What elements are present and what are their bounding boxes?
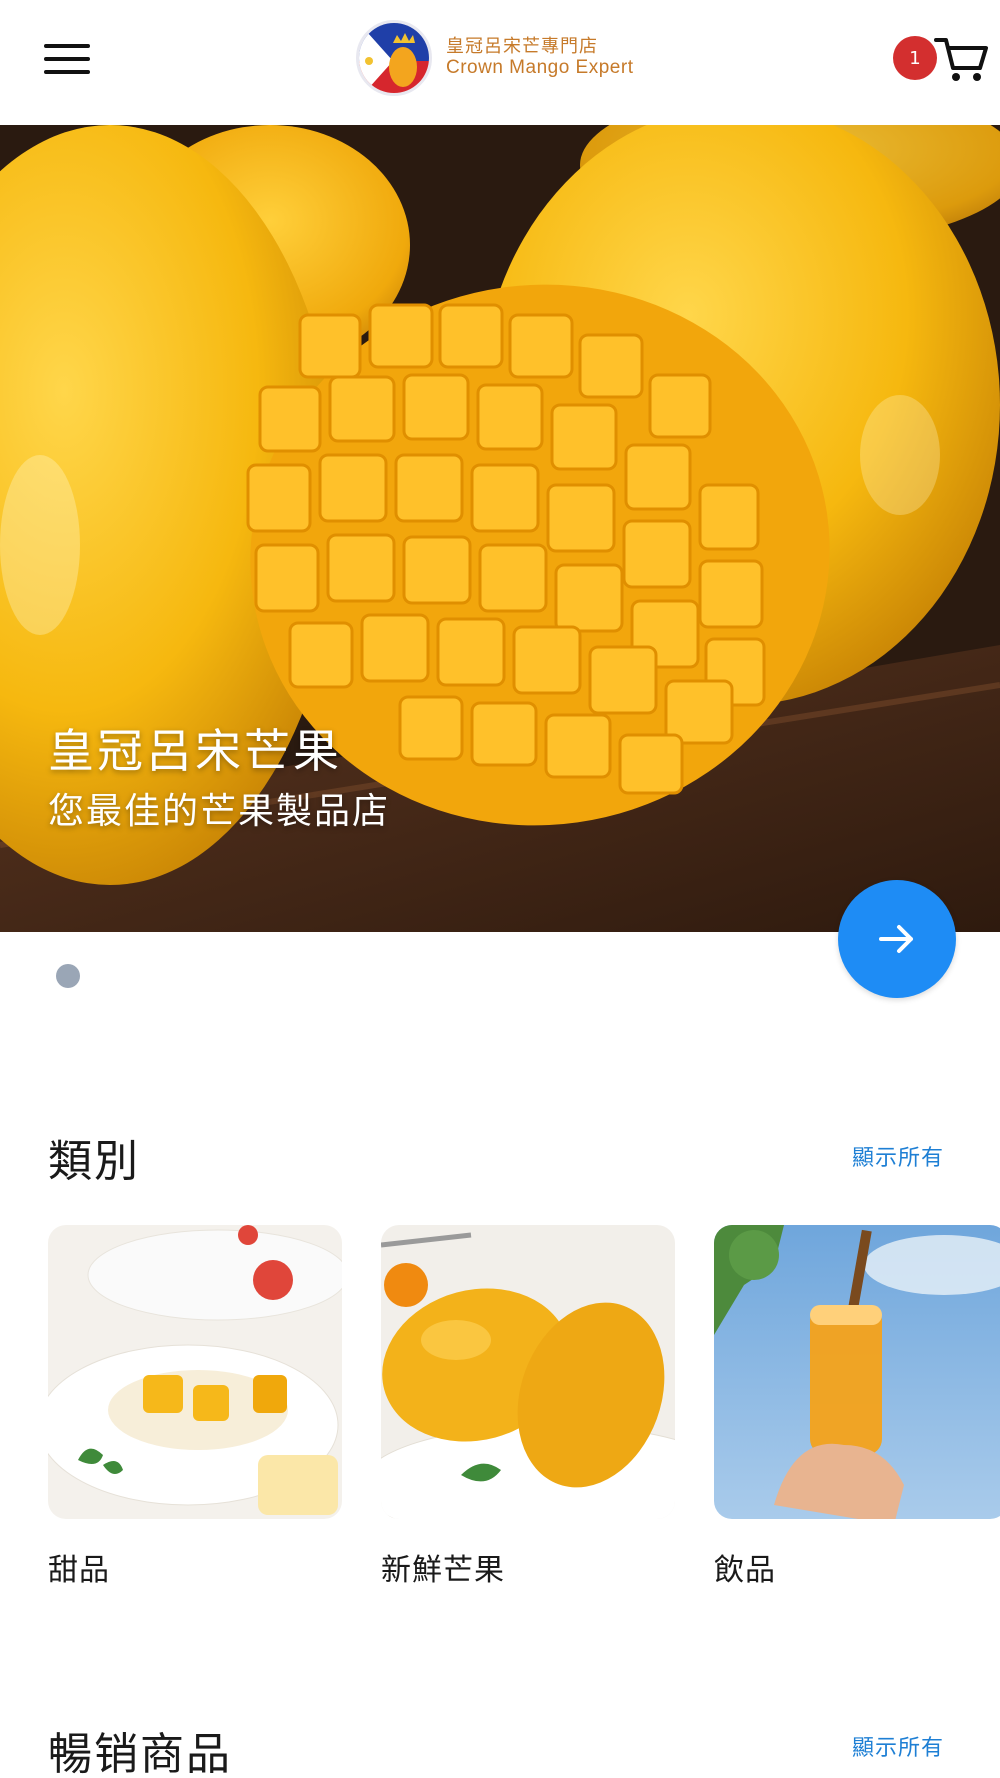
brand-logo[interactable]: 皇冠呂宋芒專門店 Crown Mango Expert bbox=[356, 20, 633, 96]
carousel-next-button[interactable] bbox=[838, 880, 956, 998]
top-app-bar: 皇冠呂宋芒專門店 Crown Mango Expert 1 bbox=[0, 0, 1000, 125]
carousel-indicator-dot[interactable] bbox=[56, 964, 80, 988]
category-card-fresh-mango[interactable] bbox=[381, 1225, 675, 1519]
hero-banner[interactable]: 皇冠呂宋芒果 您最佳的芒果製品店 bbox=[0, 125, 1000, 932]
cart-icon[interactable] bbox=[934, 34, 990, 84]
category-card-dessert[interactable] bbox=[48, 1225, 342, 1519]
arrow-right-icon bbox=[879, 925, 913, 953]
category-label-dessert[interactable]: 甜品 bbox=[48, 1545, 110, 1589]
bestsellers-section-title: 暢销商品 bbox=[48, 1729, 232, 1778]
category-card-drinks[interactable] bbox=[714, 1225, 1000, 1519]
drinks-image bbox=[714, 1225, 1000, 1519]
hero-title: 皇冠呂宋芒果 bbox=[48, 724, 342, 778]
bestsellers-show-all-link[interactable]: 顯示所有 bbox=[852, 1730, 944, 1762]
hero-subtitle: 您最佳的芒果製品店 bbox=[48, 791, 391, 832]
categories-section-title: 類別 bbox=[48, 1136, 140, 1187]
logo-english-text: Crown Mango Expert bbox=[446, 57, 634, 79]
dessert-image bbox=[48, 1225, 342, 1519]
logo-chinese-text: 皇冠呂宋芒專門店 bbox=[446, 35, 598, 57]
logo-emblem bbox=[356, 20, 432, 96]
menu-icon[interactable] bbox=[44, 44, 90, 74]
categories-show-all-link[interactable]: 顯示所有 bbox=[852, 1140, 944, 1172]
fresh-mango-image bbox=[381, 1225, 675, 1519]
cart-count-badge: 1 bbox=[893, 36, 937, 80]
category-label-drinks[interactable]: 飲品 bbox=[714, 1545, 776, 1589]
category-label-fresh-mango[interactable]: 新鮮芒果 bbox=[381, 1545, 505, 1589]
